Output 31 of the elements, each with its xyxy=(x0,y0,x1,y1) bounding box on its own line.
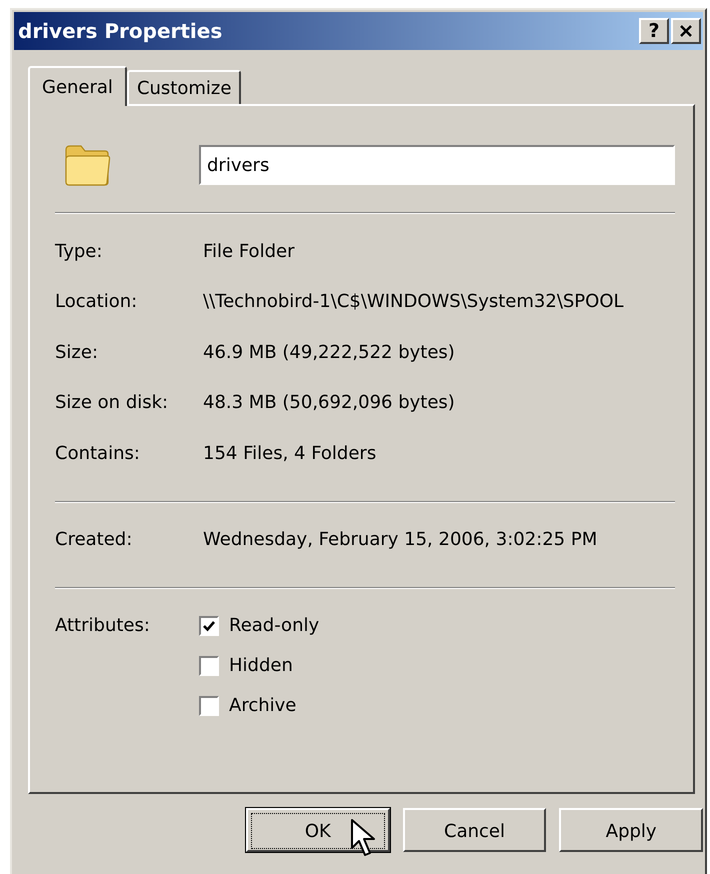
property-value: 48.3 MB (50,692,096 bytes) xyxy=(203,392,455,414)
tab[interactable]: Customize xyxy=(126,70,242,104)
name-field[interactable]: drivers xyxy=(199,145,675,185)
checkbox[interactable] xyxy=(199,616,219,636)
help-button[interactable]: ? xyxy=(639,18,669,44)
property-value: 46.9 MB (49,222,522 bytes) xyxy=(203,342,455,363)
dialog-button[interactable]: OK xyxy=(246,808,390,852)
checkbox-option[interactable]: Archive xyxy=(199,695,320,716)
window-title: drivers Properties xyxy=(18,19,222,43)
dialog-button[interactable]: Cancel xyxy=(402,808,546,852)
checkbox[interactable] xyxy=(199,696,219,716)
property-label: Type: xyxy=(55,240,104,262)
checkbox-option[interactable]: Hidden xyxy=(199,655,320,676)
property-label: Size: xyxy=(55,342,100,363)
close-icon xyxy=(679,24,693,38)
property-value: \\Technobird-1\C$\WINDOWS\System32\SPOOL xyxy=(203,291,624,312)
cursor-icon xyxy=(350,818,376,858)
property-value: File Folder xyxy=(203,240,294,262)
property-label: Created: xyxy=(55,529,134,550)
property-value: 154 Files, 4 Folders xyxy=(203,442,376,464)
close-button[interactable] xyxy=(671,18,701,44)
property-label: Location: xyxy=(55,291,138,312)
property-label: Size on disk: xyxy=(55,392,170,414)
property-label: Contains: xyxy=(55,442,141,464)
check-icon xyxy=(202,618,216,632)
property-value: Wednesday, February 15, 2006, 3:02:25 PM xyxy=(203,529,598,550)
property-label: Attributes: xyxy=(55,615,151,638)
checkbox[interactable] xyxy=(199,656,219,676)
dialog-button[interactable]: Apply xyxy=(559,808,704,852)
tab[interactable]: General xyxy=(28,66,127,106)
checkbox-option[interactable]: Read-only xyxy=(199,615,320,636)
